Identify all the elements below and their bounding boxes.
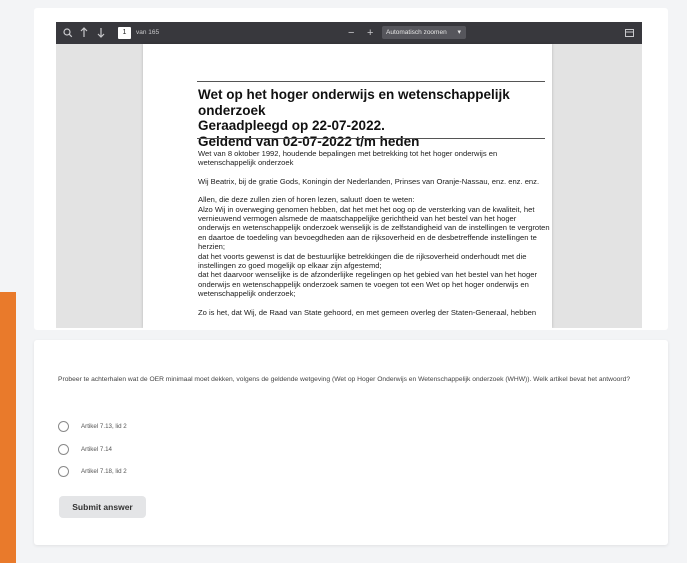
doc-paragraph: dat het daarvoor wenselijke is de afzond… [198, 270, 537, 299]
accent-bar [0, 292, 16, 563]
radio-button[interactable] [58, 420, 69, 432]
search-icon[interactable] [63, 22, 73, 44]
doc-paragraph: Zo is het, dat Wij, de Raad van State ge… [198, 307, 537, 317]
doc-paragraph: Allen, die deze zullen zien of horen lez… [198, 195, 415, 205]
title-line: Geraadpleegd op 22-07-2022. [198, 118, 385, 133]
zoom-in-button[interactable]: + [367, 22, 373, 44]
doc-paragraph: Wij Beatrix, bij de gratie Gods, Koningi… [198, 176, 540, 186]
page-number-input[interactable]: 1 [118, 27, 131, 39]
doc-paragraph: Wet van 8 oktober 1992, houdende bepalin… [198, 149, 498, 168]
menu-icon[interactable] [625, 22, 634, 44]
pdf-toolbar: 1 van 165 − + Automatisch zoomen ▾ [56, 22, 642, 44]
question-text: Probeer te achterhalen wat de OER minima… [58, 376, 631, 383]
answer-option-3[interactable]: Artikel 7.18, lid 2 [58, 463, 127, 479]
pdf-viewer: 1 van 165 − + Automatisch zoomen ▾ Wet o… [56, 22, 642, 328]
question-card: Probeer te achterhalen wat de OER minima… [34, 340, 668, 545]
pdf-page: Wet op het hoger onderwijs en wetenschap… [143, 44, 552, 328]
answer-option-label: Artikel 7.14 [81, 445, 112, 453]
title-rule-top [197, 81, 545, 82]
document-title: Wet op het hoger onderwijs en wetenschap… [198, 87, 550, 149]
zoom-select-value: Automatisch zoomen [386, 29, 447, 36]
answer-option-label: Artikel 7.13, lid 2 [81, 422, 127, 430]
doc-paragraph: dat het voorts gewenst is dat de bestuur… [198, 251, 527, 271]
answer-option-2[interactable]: Artikel 7.14 [58, 441, 112, 457]
title-line: Wet op het hoger onderwijs en wetenschap… [198, 87, 510, 118]
submit-answer-button[interactable]: Submit answer [59, 496, 146, 518]
radio-button[interactable] [58, 465, 69, 477]
zoom-select[interactable]: Automatisch zoomen ▾ [382, 26, 466, 39]
zoom-out-button[interactable]: − [348, 22, 354, 44]
answer-option-1[interactable]: Artikel 7.13, lid 2 [58, 418, 127, 434]
document-body: Wet van 8 oktober 1992, houdende bepalin… [198, 149, 550, 326]
page-count-label: van 165 [136, 29, 160, 36]
arrow-down-icon[interactable] [97, 22, 105, 44]
chevron-down-icon: ▾ [457, 29, 461, 36]
answer-option-label: Artikel 7.18, lid 2 [81, 467, 127, 475]
arrow-up-icon[interactable] [80, 22, 88, 44]
radio-button[interactable] [58, 443, 69, 455]
title-rule-bottom [197, 138, 545, 139]
doc-paragraph: Alzo Wij in overweging genomen hebben, d… [198, 204, 550, 252]
title-line: Geldend van 02-07-2022 t/m heden [198, 133, 420, 149]
